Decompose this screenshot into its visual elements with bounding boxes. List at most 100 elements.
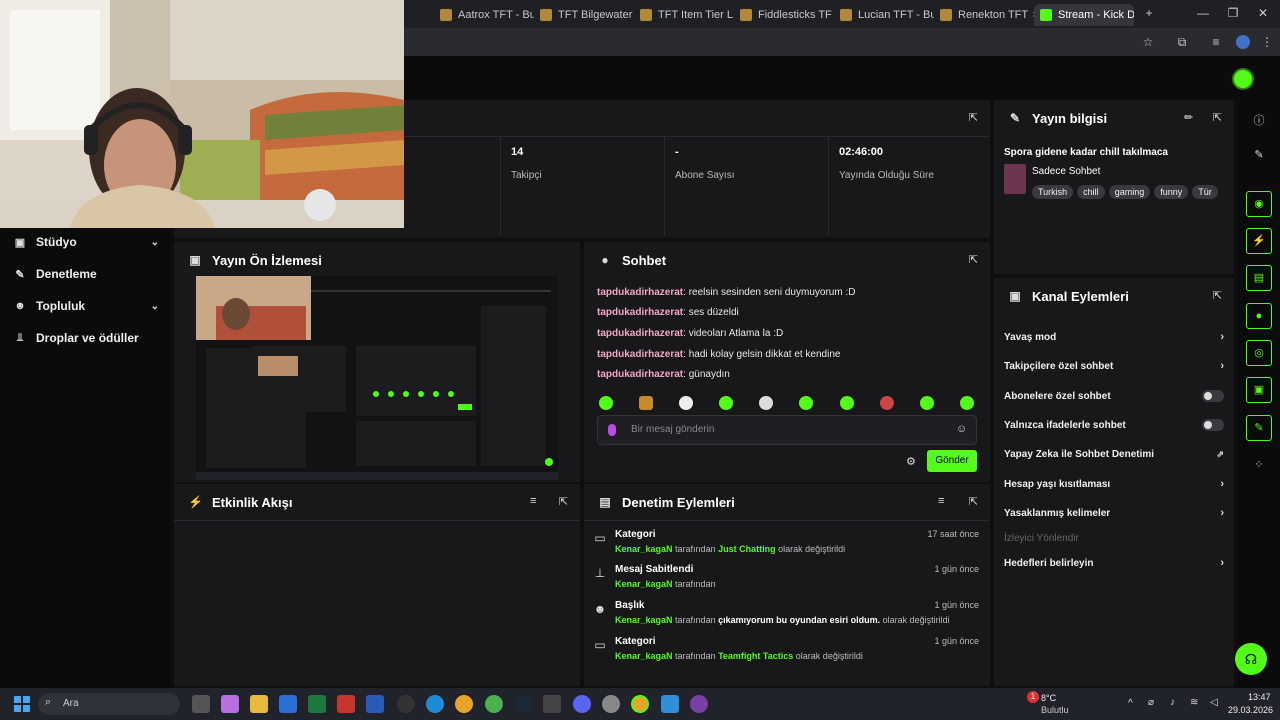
store-icon[interactable] <box>279 695 297 713</box>
mic-tray-icon[interactable]: ♪ <box>1170 697 1175 708</box>
browser-tab[interactable]: Stream - Kick D× <box>1034 4 1134 26</box>
emote[interactable] <box>840 396 854 410</box>
close-window-icon[interactable]: ✕ <box>1254 6 1272 20</box>
app-icon[interactable] <box>690 695 708 713</box>
copilot-icon[interactable] <box>221 695 239 713</box>
tag[interactable]: Turkish <box>1032 185 1074 199</box>
steam-icon[interactable] <box>514 695 532 713</box>
browser-menu-icon[interactable]: ⋮ <box>1260 35 1274 49</box>
emote[interactable] <box>599 396 613 410</box>
chrome-active-icon[interactable] <box>631 695 649 713</box>
emote[interactable] <box>719 396 733 410</box>
capcut-icon[interactable] <box>543 695 561 713</box>
help-bubble-button[interactable]: ☊ <box>1235 643 1267 675</box>
rail-chat-button[interactable]: ● <box>1246 303 1272 329</box>
emotes-only-toggle[interactable] <box>1202 419 1224 431</box>
tray-chevron-icon[interactable]: ^ <box>1128 698 1133 709</box>
emote[interactable] <box>920 396 934 410</box>
chat-input[interactable]: Bir mesaj gönderin ☺ <box>597 415 977 445</box>
whatsapp-icon[interactable] <box>485 695 503 713</box>
tag[interactable]: Tür <box>1192 185 1218 199</box>
rail-lightning-button[interactable]: ⚡ <box>1246 228 1272 254</box>
volume-icon[interactable]: ◁ <box>1210 697 1218 708</box>
nav-studio[interactable]: ▣ Stüdyo ⌄ <box>14 232 159 252</box>
windows-start-icon[interactable] <box>14 696 30 712</box>
tag[interactable]: gaming <box>1108 185 1151 199</box>
followers-only-row[interactable]: Takipçilere özel sohbet › <box>1004 357 1224 375</box>
pdf-icon[interactable] <box>337 695 355 713</box>
emote[interactable] <box>960 396 974 410</box>
browser-tab[interactable]: TFT Item Tier L× <box>634 4 734 26</box>
network-icon[interactable]: ⌀ <box>1148 697 1154 708</box>
emote[interactable] <box>639 396 653 410</box>
popout-icon[interactable]: ⇱ <box>559 495 568 508</box>
emote[interactable] <box>679 396 693 410</box>
taskbar-search[interactable]: ⌕ Ara <box>38 693 180 715</box>
rail-preview-button[interactable]: ◉ <box>1246 191 1272 217</box>
edge-icon[interactable] <box>426 695 444 713</box>
browser-tab[interactable]: TFT Bilgewater× <box>534 4 634 26</box>
pencil-icon[interactable]: ✎ <box>1250 148 1268 161</box>
nav-drops[interactable]: ⫫ Droplar ve ödüller <box>14 328 159 348</box>
emote[interactable] <box>759 396 773 410</box>
nav-community[interactable]: ☻ Topluluk ⌄ <box>14 296 159 316</box>
layout-icon[interactable]: ⁘ <box>1250 458 1268 471</box>
account-age-row[interactable]: Hesap yaşı kısıtlaması › <box>1004 475 1224 493</box>
popout-icon[interactable]: ⇱ <box>1213 111 1222 124</box>
chrome-icon[interactable] <box>455 695 473 713</box>
discord-icon[interactable] <box>573 695 591 713</box>
clock-time[interactable]: 13:47 <box>1248 692 1271 702</box>
excel-icon[interactable] <box>308 695 326 713</box>
filter-icon[interactable]: ≡ <box>938 495 944 507</box>
wifi-icon[interactable]: ≋ <box>1190 697 1198 708</box>
emote[interactable] <box>799 396 813 410</box>
ai-mod-row[interactable]: Yapay Zeka ile Sohbet Denetimi ⇗ <box>1004 445 1224 463</box>
profile-icon[interactable] <box>1236 35 1250 49</box>
rail-wrench-button[interactable]: ✎ <box>1246 415 1272 441</box>
tag[interactable]: chill <box>1077 185 1105 199</box>
popout-icon[interactable]: ⇱ <box>969 495 978 508</box>
file-explorer-icon[interactable] <box>250 695 268 713</box>
popout-icon[interactable]: ⇱ <box>1213 289 1222 302</box>
browser-tab[interactable]: Renekton TFT× <box>934 4 1034 26</box>
nav-moderation[interactable]: ✎ Denetleme <box>14 264 159 284</box>
task-view-icon[interactable] <box>192 695 210 713</box>
browser-tab[interactable]: Fiddlesticks TF× <box>734 4 834 26</box>
clock-date[interactable]: 29.03.2026 <box>1228 705 1273 715</box>
user-avatar[interactable] <box>1232 68 1254 90</box>
browser-tab[interactable]: Lucian TFT - Bu× <box>834 4 934 26</box>
edit-icon[interactable]: ✏ <box>1184 111 1193 124</box>
tag[interactable]: funny <box>1154 185 1189 199</box>
send-button[interactable]: Gönder <box>927 450 977 472</box>
popout-icon[interactable]: ⇱ <box>969 253 978 266</box>
bookmark-star-icon[interactable]: ☆ <box>1141 35 1155 49</box>
subs-only-row[interactable]: Abonelere özel sohbet <box>1004 387 1224 405</box>
banned-words-row[interactable]: Yasaklanmış kelimeler › <box>1004 504 1224 522</box>
app-icon[interactable] <box>661 695 679 713</box>
filter-icon[interactable]: ≡ <box>530 495 536 507</box>
goals-row[interactable]: Hedefleri belirleyin › <box>1004 554 1224 572</box>
media-icon[interactable]: ≡ <box>1209 35 1223 49</box>
emote[interactable] <box>880 396 894 410</box>
settings-icon[interactable] <box>602 695 620 713</box>
mic-icon[interactable] <box>608 424 616 436</box>
emoji-icon[interactable]: ☺ <box>956 423 967 435</box>
emotes-only-row[interactable]: Yalnızca ifadelerle sohbet <box>1004 416 1224 434</box>
word-icon[interactable] <box>366 695 384 713</box>
slow-mode-row[interactable]: Yavaş mod › <box>1004 328 1224 346</box>
info-icon[interactable]: ⓘ <box>1250 112 1268 128</box>
chat-message: tapdukadirhazerat: reelsin sesinden seni… <box>597 287 856 298</box>
browser-tab[interactable]: Aatrox TFT - Bu× <box>434 4 534 26</box>
maximize-icon[interactable]: ❐ <box>1224 6 1242 20</box>
rail-channel-button[interactable]: ▣ <box>1246 377 1272 403</box>
stream-preview-video[interactable] <box>196 276 558 480</box>
rail-broadcast-button[interactable]: ◎ <box>1246 340 1272 366</box>
subs-only-toggle[interactable] <box>1202 390 1224 402</box>
popout-icon[interactable]: ⇱ <box>969 111 978 124</box>
obs-icon[interactable] <box>397 695 415 713</box>
extensions-icon[interactable]: ⧉ <box>1175 35 1189 49</box>
minimize-icon[interactable]: — <box>1194 6 1212 20</box>
chat-settings-icon[interactable]: ⚙ <box>906 455 916 468</box>
new-tab-button[interactable]: + <box>1140 6 1158 20</box>
rail-log-button[interactable]: ▤ <box>1246 265 1272 291</box>
